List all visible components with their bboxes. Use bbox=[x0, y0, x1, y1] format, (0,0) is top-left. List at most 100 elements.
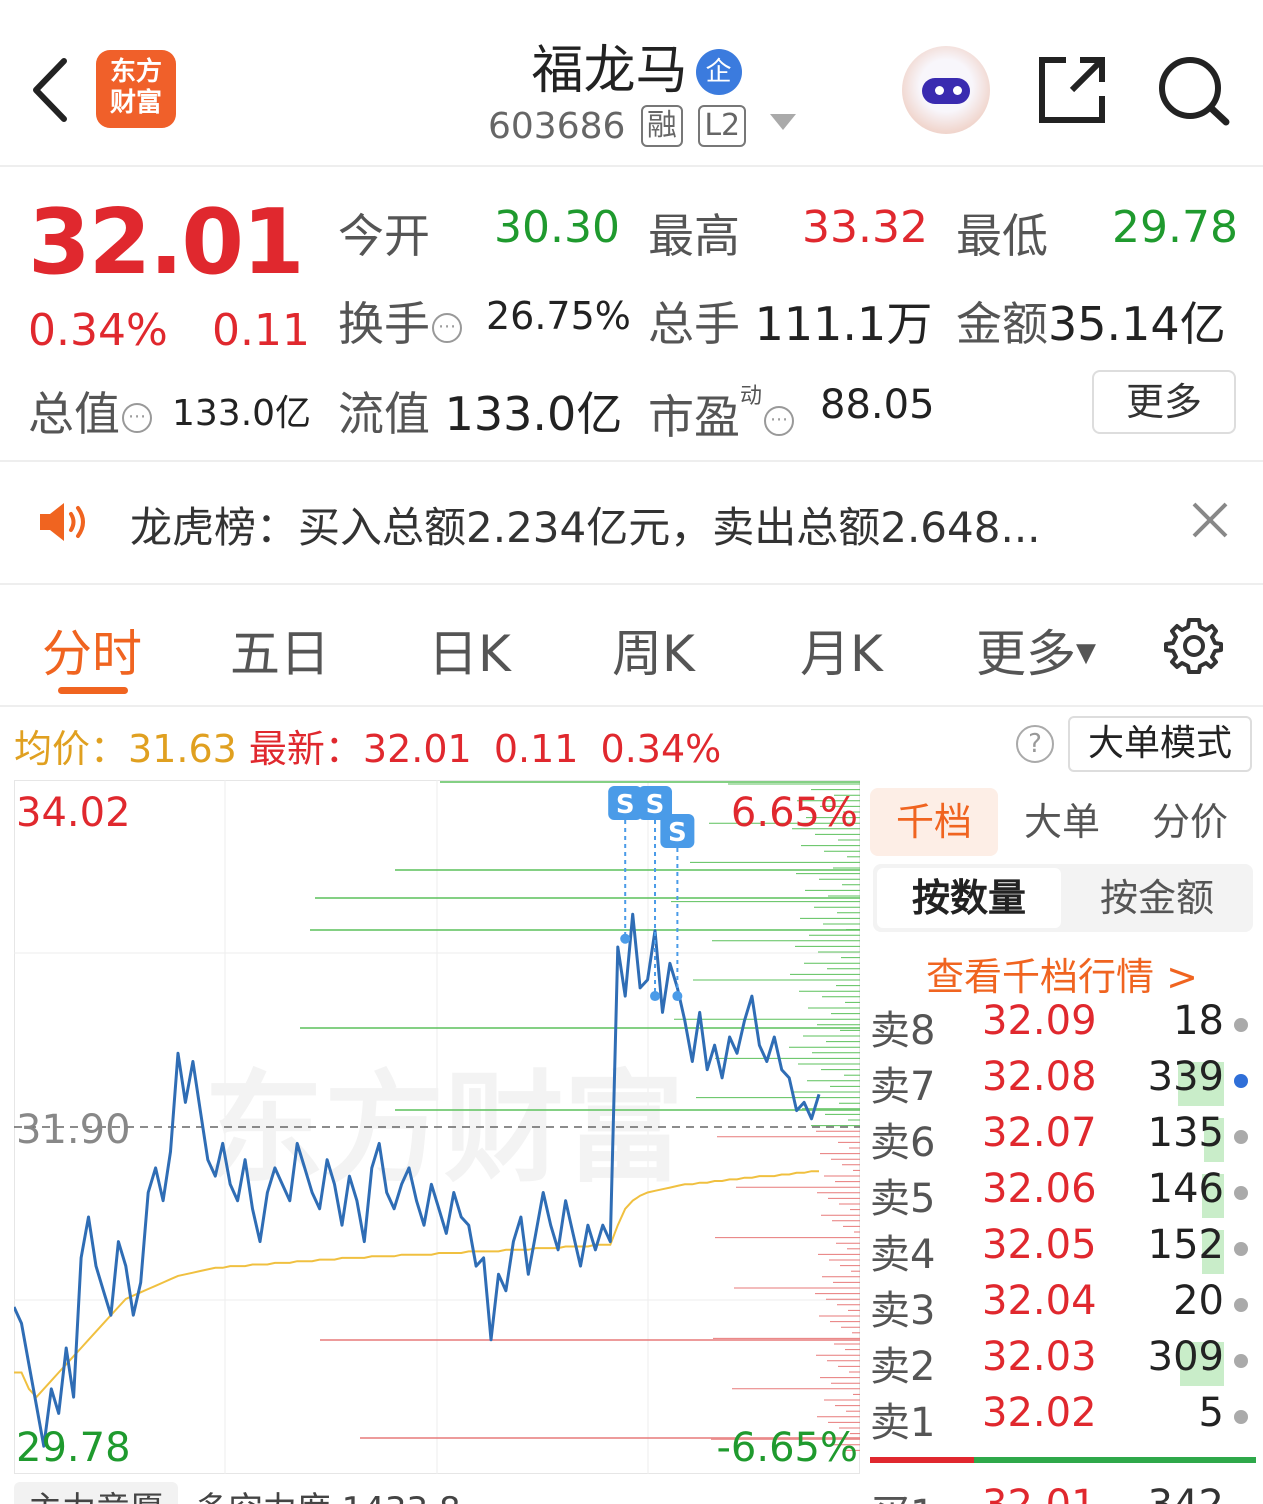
status-dot-icon bbox=[1234, 1074, 1248, 1088]
ask-price: 32.05 bbox=[982, 1222, 1097, 1268]
ask-price: 32.04 bbox=[982, 1278, 1097, 1324]
latest-label: 最新： bbox=[248, 727, 363, 771]
status-dot-icon bbox=[1234, 1354, 1248, 1368]
y-label-mid: 31.90 bbox=[16, 1107, 131, 1153]
pct-label-bottom: -6.65% bbox=[716, 1425, 858, 1471]
status-dot-icon bbox=[1234, 1242, 1248, 1256]
ask-row[interactable]: 卖4 32.05 152 bbox=[870, 1222, 1254, 1278]
turnover-label: 换手 ⋯ bbox=[338, 288, 462, 354]
status-dot-icon bbox=[1234, 1018, 1248, 1032]
enterprise-badge-icon: 企 bbox=[695, 49, 742, 95]
intraday-chart-svg: 东方财富S SS bbox=[12, 780, 860, 1474]
ask-volume: 135 bbox=[1147, 1110, 1224, 1156]
divider bbox=[0, 583, 1263, 585]
pe-label: 市盈动⋯ bbox=[648, 378, 795, 447]
tab-more[interactable]: 更多▼ bbox=[976, 614, 1096, 686]
divider bbox=[0, 460, 1263, 462]
tab-thousand-level[interactable]: 千档 bbox=[870, 788, 998, 856]
bid-price: 32.01 bbox=[982, 1482, 1097, 1504]
high-label: 最高 bbox=[648, 209, 740, 263]
dropdown-caret-icon[interactable] bbox=[769, 114, 796, 130]
tab-five-day[interactable]: 五日 bbox=[230, 614, 330, 686]
marker-dot bbox=[650, 991, 661, 1002]
ask-volume: 146 bbox=[1147, 1166, 1224, 1212]
share-icon[interactable] bbox=[1036, 54, 1110, 126]
marker-s-text: S bbox=[668, 818, 687, 848]
stock-code: 603686 bbox=[488, 106, 626, 147]
volume-value: 111.1万 bbox=[754, 297, 933, 351]
ask-volume: 18 bbox=[1173, 998, 1224, 1044]
ask-row[interactable]: 卖6 32.07 135 bbox=[870, 1110, 1254, 1166]
info-icon[interactable]: ⋯ bbox=[432, 313, 462, 343]
ask-price: 32.09 bbox=[982, 998, 1097, 1044]
search-icon[interactable] bbox=[1156, 54, 1232, 128]
ask-label: 卖5 bbox=[870, 1176, 936, 1222]
stock-code-line[interactable]: 603686 融 L2 bbox=[488, 105, 796, 147]
ask-row[interactable]: 卖8 32.09 18 bbox=[870, 998, 1254, 1054]
change-percent: 0.34% bbox=[28, 305, 168, 356]
indicator-chip[interactable]: 主力意愿 bbox=[14, 1482, 178, 1504]
segment-by-quantity[interactable]: 按数量 bbox=[877, 868, 1061, 928]
top-bar: 东方 财富 福龙马企 603686 融 L2 bbox=[0, 0, 1263, 167]
ask-row[interactable]: 卖2 32.03 309 bbox=[870, 1334, 1254, 1390]
tab-weekly-k[interactable]: 周K bbox=[612, 614, 695, 686]
pct-label-top: 6.65% bbox=[730, 790, 858, 836]
dragon-tiger-notice[interactable]: 龙虎榜：买入总额2.234亿元，卖出总额2.648... bbox=[130, 494, 1041, 555]
volume-label: 总手 111.1万 bbox=[648, 297, 933, 351]
robot-assistant-icon[interactable] bbox=[902, 46, 990, 134]
gear-icon[interactable] bbox=[1163, 616, 1223, 676]
close-icon[interactable] bbox=[1190, 500, 1230, 540]
market-cap-value: 133.0亿 bbox=[172, 393, 312, 434]
tab-price-split[interactable]: 分价 bbox=[1126, 788, 1254, 856]
ask-volume: 5 bbox=[1198, 1390, 1224, 1436]
pe-superscript: 动 bbox=[740, 384, 763, 409]
ask-label: 卖8 bbox=[870, 1008, 936, 1054]
ask-label: 卖3 bbox=[870, 1288, 936, 1334]
low-value: 29.78 bbox=[1112, 202, 1238, 253]
buy-sell-ratio-bar bbox=[870, 1457, 1256, 1463]
tab-intraday[interactable]: 分时 bbox=[42, 614, 142, 686]
bid-volume: 342 bbox=[1148, 1482, 1224, 1504]
ask-price: 32.08 bbox=[982, 1054, 1097, 1100]
status-dot-icon bbox=[1234, 1410, 1248, 1424]
ask-row[interactable]: 卖1 32.02 5 bbox=[870, 1390, 1254, 1446]
orderbook-segment: 按数量 按金额 bbox=[873, 864, 1253, 932]
bid-row-partial: 买1 32.01 342 bbox=[870, 1482, 1254, 1504]
view-thousand-level-link[interactable]: 查看千档行情 > bbox=[870, 946, 1254, 1001]
info-icon[interactable]: ⋯ bbox=[122, 403, 152, 433]
intraday-chart[interactable]: 东方财富 S S S 34.02 31.90 29.78 6.65% -6.65% bbox=[12, 780, 860, 1474]
segment-by-amount[interactable]: 按金额 bbox=[1065, 868, 1249, 928]
help-icon[interactable]: ? bbox=[1016, 725, 1054, 763]
float-cap-label: 流值 133.0亿 bbox=[338, 387, 623, 441]
marker-s-text: S bbox=[616, 790, 635, 820]
y-label-bottom: 29.78 bbox=[16, 1425, 131, 1471]
active-tab-indicator bbox=[58, 687, 128, 694]
ask-volume: 20 bbox=[1173, 1278, 1224, 1324]
ask-label: 卖4 bbox=[870, 1232, 936, 1278]
orderbook-tabs: 千档 大单 分价 bbox=[870, 788, 1254, 856]
more-button[interactable]: 更多 bbox=[1092, 370, 1236, 434]
high-value: 33.32 bbox=[802, 202, 928, 253]
avg-value: 31.63 bbox=[128, 727, 237, 771]
ask-label: 卖6 bbox=[870, 1120, 936, 1166]
status-dot-icon bbox=[1234, 1186, 1248, 1200]
big-order-mode-button[interactable]: 大单模式 bbox=[1068, 716, 1252, 772]
stock-name: 福龙马 bbox=[531, 41, 688, 101]
ask-volume: 339 bbox=[1147, 1054, 1224, 1100]
tab-big-order[interactable]: 大单 bbox=[998, 788, 1126, 856]
open-label: 今开 bbox=[338, 209, 430, 263]
marker-s-text: S bbox=[646, 790, 665, 820]
margin-tag: 融 bbox=[640, 105, 683, 147]
amount-label: 金额35.14亿 bbox=[956, 297, 1226, 351]
ask-volume: 152 bbox=[1147, 1222, 1224, 1268]
tab-monthly-k[interactable]: 月K bbox=[800, 614, 883, 686]
ask-price: 32.06 bbox=[982, 1166, 1097, 1212]
status-dot-icon bbox=[1234, 1130, 1248, 1144]
open-value: 30.30 bbox=[494, 202, 620, 253]
ask-row[interactable]: 卖5 32.06 146 bbox=[870, 1166, 1254, 1222]
tab-daily-k[interactable]: 日K bbox=[428, 614, 511, 686]
ask-row[interactable]: 卖3 32.04 20 bbox=[870, 1278, 1254, 1334]
info-icon[interactable]: ⋯ bbox=[764, 406, 795, 436]
ask-row[interactable]: 卖7 32.08 339 bbox=[870, 1054, 1254, 1110]
level2-tag: L2 bbox=[698, 105, 747, 147]
